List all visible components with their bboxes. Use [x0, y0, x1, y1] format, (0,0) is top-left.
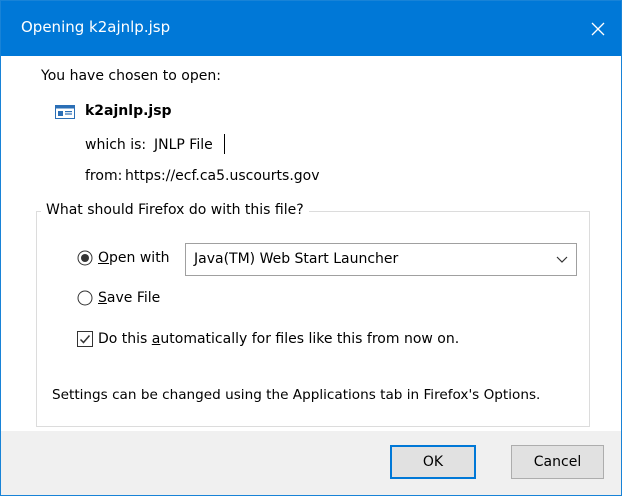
settings-note: Settings can be changed using the Applic… — [52, 387, 541, 403]
file-source-label: from: — [85, 168, 123, 184]
file-source-value: https://ecf.ca5.uscourts.gov — [125, 168, 320, 184]
file-type-value: JNLP File — [154, 137, 213, 153]
jnlp-file-icon — [55, 105, 75, 119]
file-type-label: which is: — [85, 137, 147, 153]
save-file-label-rest: ave File — [106, 290, 161, 306]
save-file-radio[interactable] — [77, 290, 93, 306]
button-footer: OK Cancel — [1, 431, 621, 495]
open-with-label[interactable]: Open with — [98, 250, 170, 266]
open-with-radio[interactable] — [77, 250, 93, 266]
download-dialog: Opening k2ajnlp.jsp You have chosen to o… — [0, 0, 622, 496]
close-button[interactable] — [575, 1, 621, 56]
ok-button[interactable]: OK — [390, 445, 476, 479]
intro-text: You have chosen to open: — [41, 68, 221, 84]
text-caret — [224, 134, 225, 154]
close-icon — [591, 22, 605, 35]
save-file-label[interactable]: Save File — [98, 290, 160, 306]
auto-checkbox-label[interactable]: Do this automatically for files like thi… — [98, 331, 459, 347]
cancel-button[interactable]: Cancel — [511, 445, 604, 479]
application-select[interactable]: Java(TM) Web Start Launcher — [185, 243, 577, 276]
chevron-down-icon — [556, 256, 568, 263]
open-with-label-rest: pen with — [109, 250, 170, 266]
auto-label-rest: utomatically for files like this from no… — [160, 331, 460, 347]
action-group-legend: What should Firefox do with this file? — [41, 202, 309, 218]
file-name: k2ajnlp.jsp — [85, 103, 172, 119]
window-title: Opening k2ajnlp.jsp — [21, 18, 171, 36]
title-bar[interactable]: Opening k2ajnlp.jsp — [1, 1, 621, 56]
auto-checkbox[interactable] — [77, 331, 93, 347]
application-select-value: Java(TM) Web Start Launcher — [194, 251, 399, 267]
auto-label-pre: Do this — [98, 331, 152, 347]
open-with-mnemonic: O — [98, 250, 110, 266]
save-file-mnemonic: S — [98, 290, 107, 306]
